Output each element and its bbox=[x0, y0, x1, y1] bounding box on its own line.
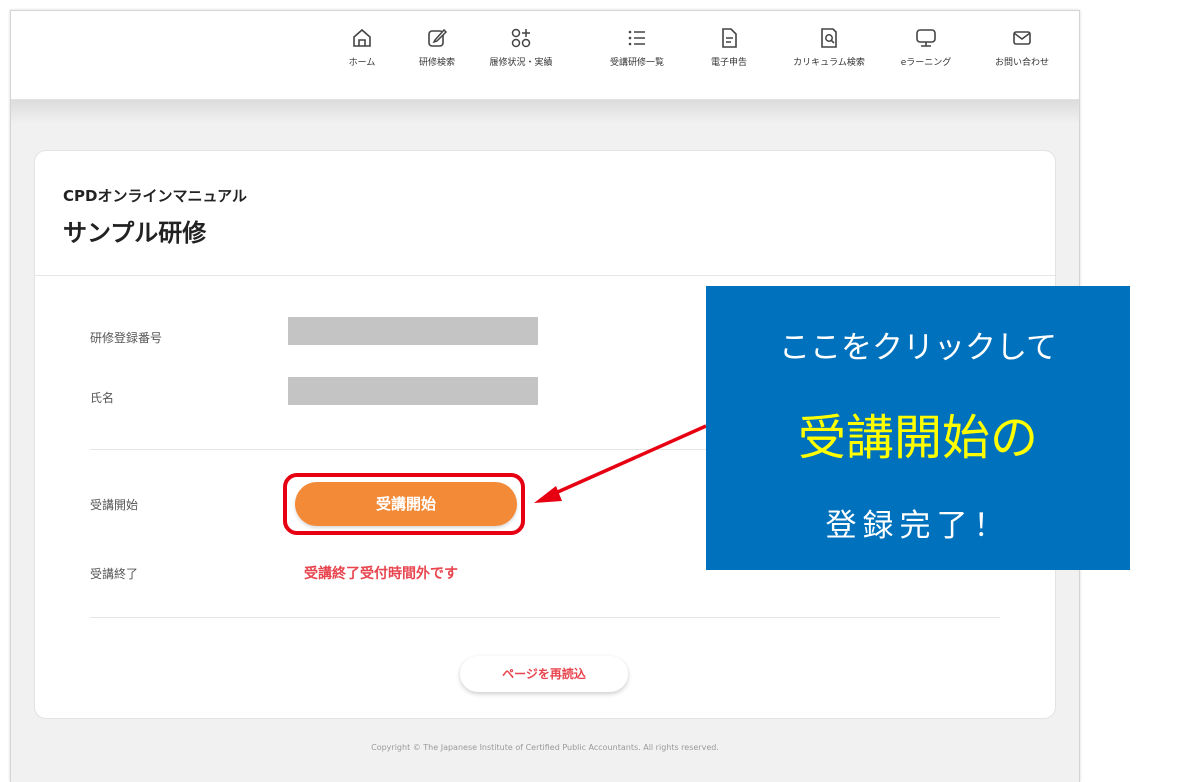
instruction-callout: ここをクリックして 受講開始の 登録完了！ bbox=[706, 286, 1130, 570]
callout-line-1: ここをクリックして bbox=[778, 330, 1058, 366]
callout-line-3: 登録完了！ bbox=[825, 508, 1011, 544]
callout-line-2: 受講開始の bbox=[797, 410, 1038, 466]
